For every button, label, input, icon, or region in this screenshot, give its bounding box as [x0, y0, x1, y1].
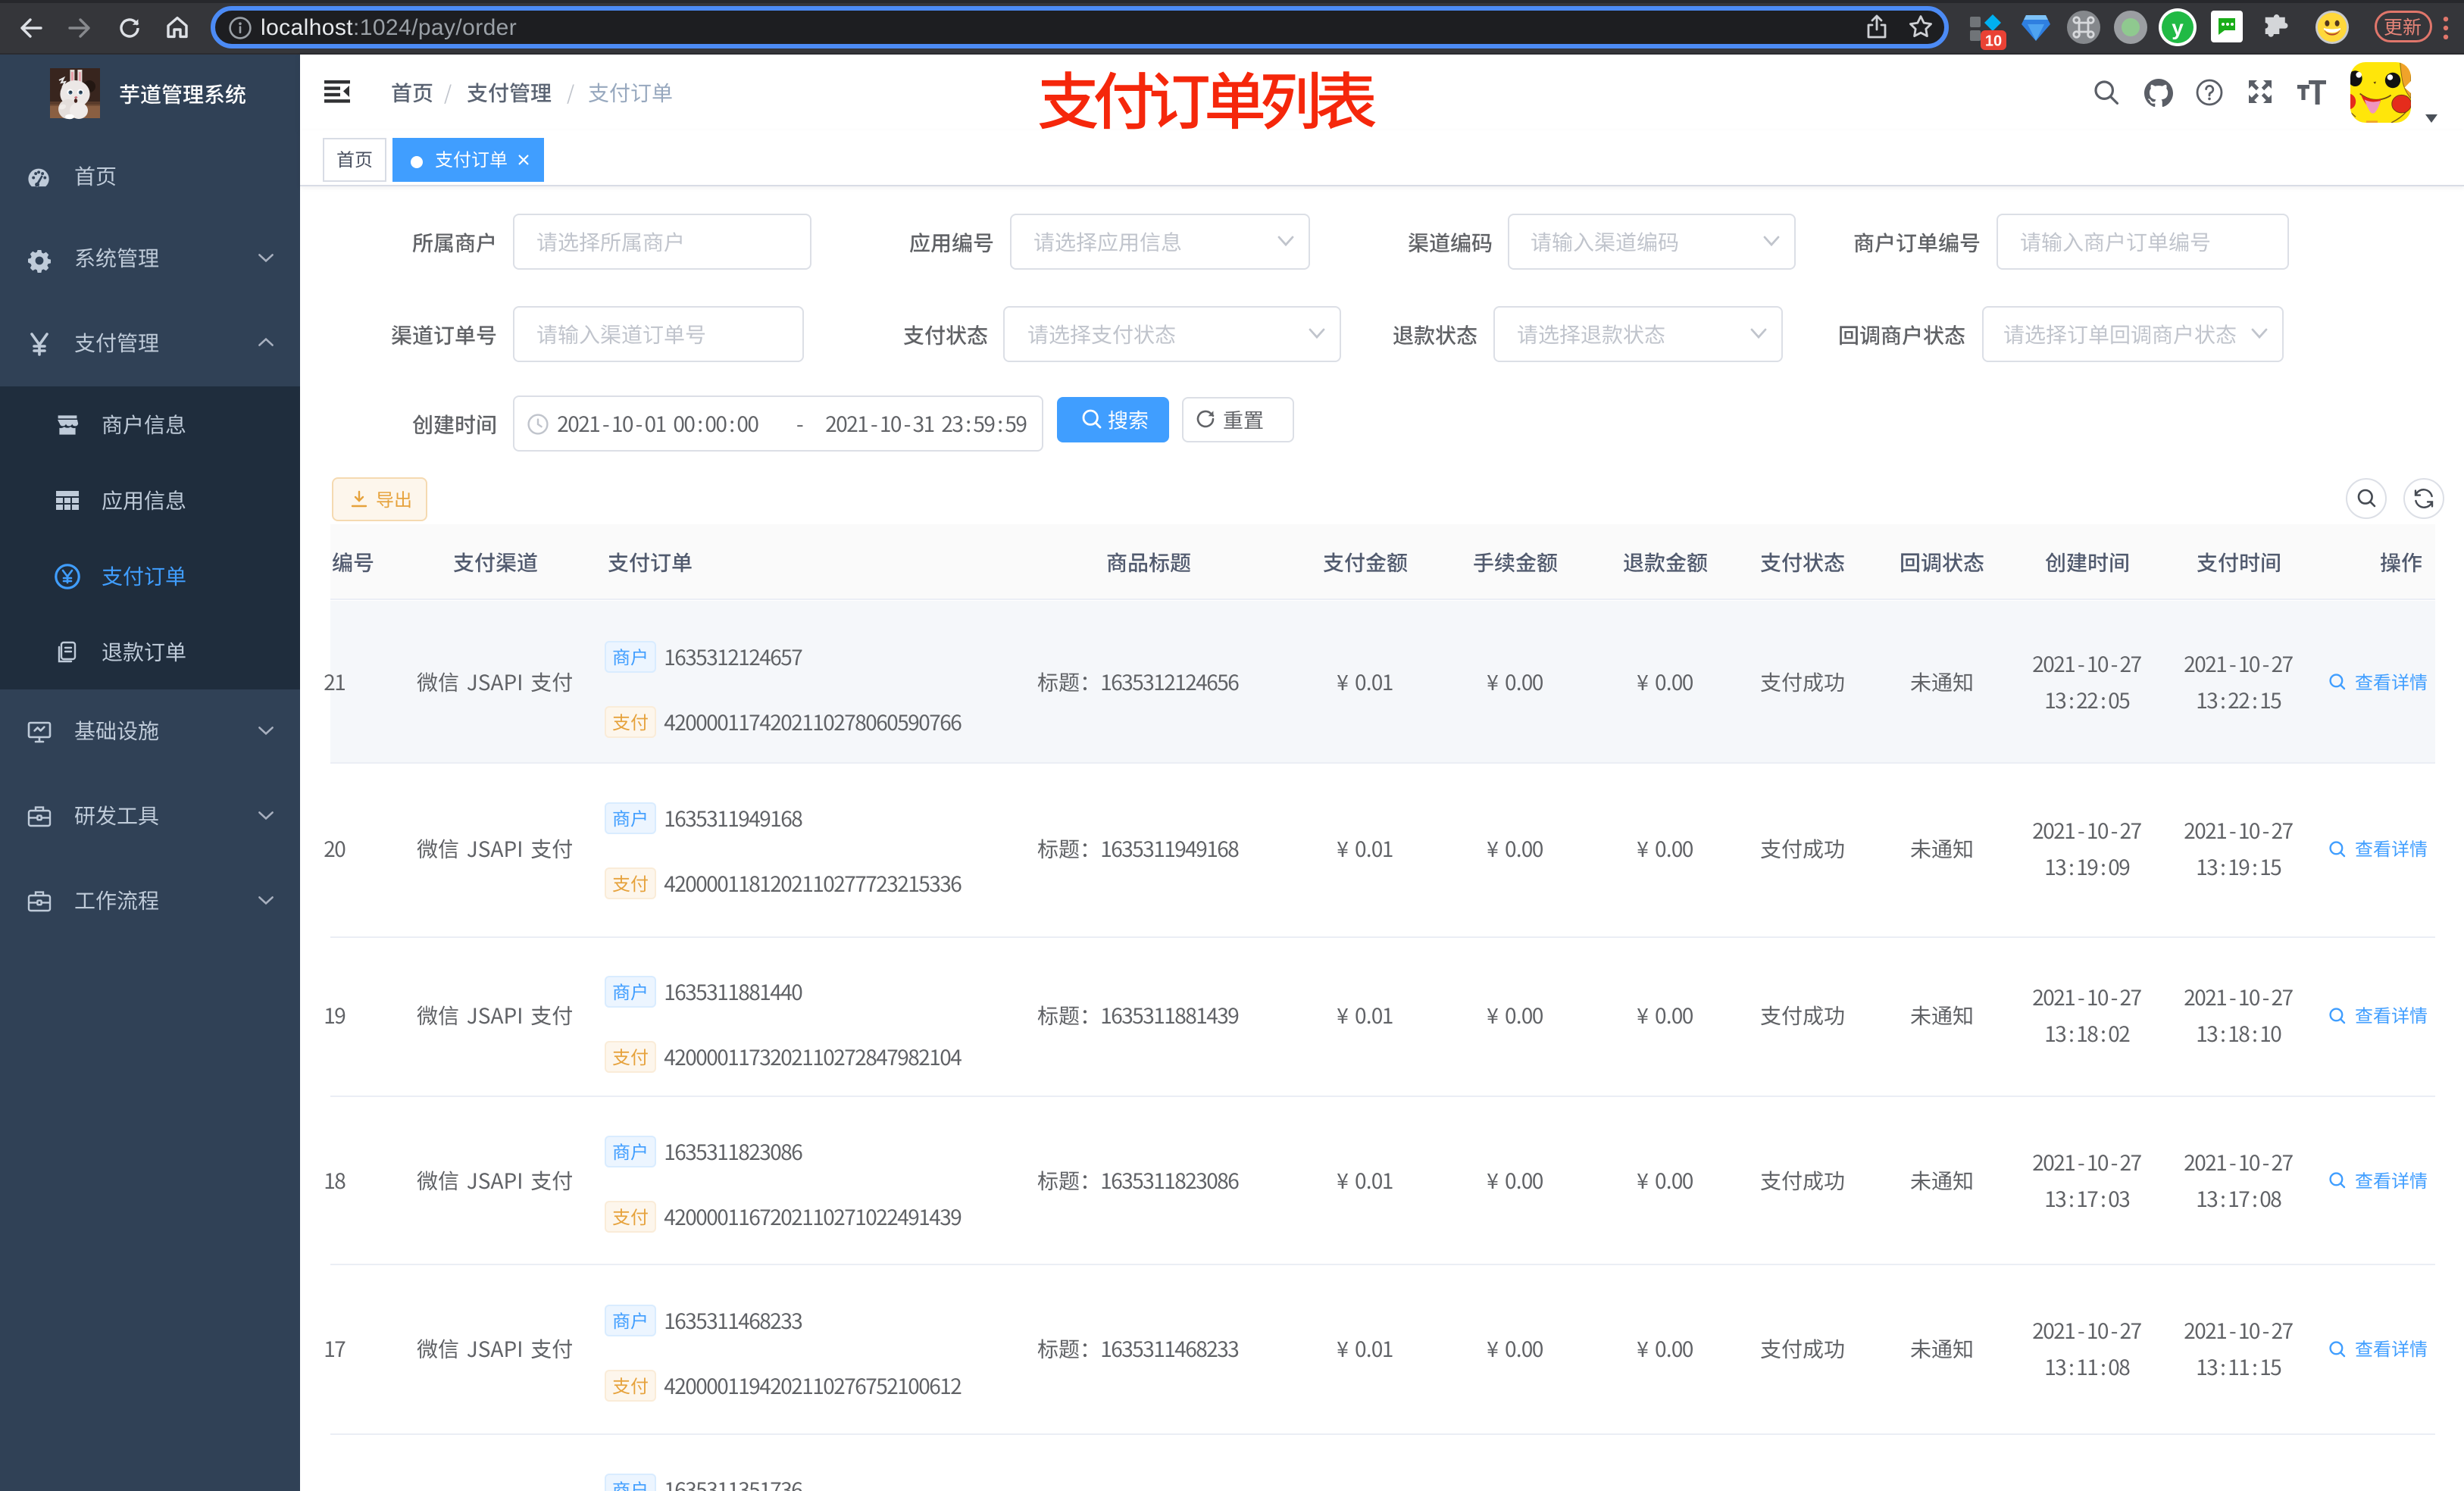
- svg-text:y: y: [2172, 16, 2184, 39]
- svg-text:10: 10: [1985, 33, 2002, 49]
